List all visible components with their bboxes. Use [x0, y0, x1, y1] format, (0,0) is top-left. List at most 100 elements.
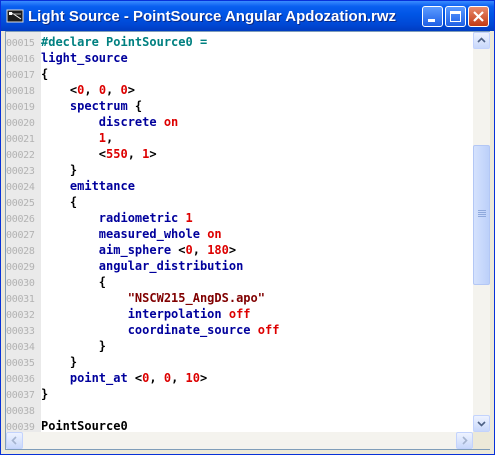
code-token: } [41, 163, 78, 177]
code-line[interactable]: 00028 aim_sphere <0, 180> [6, 242, 236, 258]
code-token: measured_whole [41, 227, 200, 241]
code-line[interactable]: 00032 interpolation off [6, 306, 251, 322]
code-line[interactable]: 00020 discrete on [6, 114, 178, 130]
code-line[interactable]: 00037} [6, 386, 48, 402]
code-text-area[interactable]: 00015 #declare PointSource0 = 00016 light_s… [6, 32, 473, 432]
code-content: radiometric 1 [41, 211, 193, 225]
scroll-up-button[interactable] [473, 32, 490, 49]
code-line[interactable]: 00018 <0, 0, 0> [6, 82, 135, 98]
scrollbar-corner [473, 432, 490, 449]
code-line[interactable]: 00035 } [6, 354, 77, 370]
code-content: { [41, 195, 77, 209]
minimize-button[interactable] [422, 6, 443, 27]
code-token: < [171, 243, 186, 257]
code-line[interactable]: 00036 point_at <0, 0, 10> [6, 370, 207, 386]
app-icon [6, 7, 24, 25]
code-line[interactable]: 00039 PointSource0 [6, 418, 128, 432]
code-line[interactable]: 00022 <550, 1> [6, 146, 157, 162]
code-token: point_at [41, 371, 128, 385]
maximize-button[interactable] [445, 6, 466, 27]
code-token: 550 [106, 147, 128, 161]
code-token: 180 [207, 243, 229, 257]
code-content: } [41, 163, 77, 177]
code-line[interactable]: 00034 } [6, 338, 106, 354]
code-content: } [41, 387, 48, 401]
code-content: <0, 0, 0> [41, 83, 135, 97]
code-token: { [127, 99, 143, 113]
code-token: 0 [163, 371, 172, 385]
code-token: 0 [98, 83, 107, 97]
code-line[interactable]: 00017{ [6, 66, 48, 82]
code-token: } [41, 339, 107, 353]
code-content: aim_sphere <0, 180> [41, 243, 236, 257]
code-token: > [149, 147, 157, 161]
code-line[interactable]: 00033 coordinate_source off [6, 322, 279, 338]
code-content: measured_whole on [41, 227, 222, 241]
code-line[interactable]: 00025 { [6, 194, 77, 210]
vertical-scroll-thumb[interactable] [473, 145, 490, 285]
scroll-right-button[interactable] [456, 432, 473, 449]
code-token: { [41, 67, 49, 81]
code-line[interactable]: 00029 angular_distribution [6, 258, 243, 274]
code-content: spectrum { [41, 99, 142, 113]
code-content: { [41, 275, 106, 289]
code-content: PointSource0 [41, 419, 128, 432]
code-content: emittance [41, 179, 135, 193]
code-line[interactable]: 00024 emittance [6, 178, 135, 194]
code-token: 1 [185, 211, 193, 225]
code-content: coordinate_source off [41, 323, 280, 337]
code-token: , [171, 371, 186, 385]
code-content: "NSCW215_AngDS.apo" [41, 291, 265, 305]
code-line[interactable]: 00015 #declare PointSource0 = [6, 34, 207, 50]
scroll-down-button[interactable] [473, 415, 490, 432]
code-line[interactable]: 00038 [6, 402, 41, 418]
code-token: angular_distribution [41, 259, 244, 273]
code-token: "NSCW215_AngDS.apo" [127, 291, 265, 305]
code-token: > [228, 243, 237, 257]
code-line[interactable]: 00021 1, [6, 130, 113, 146]
code-line[interactable]: 00031 "NSCW215_AngDS.apo" [6, 290, 265, 306]
code-content: light_source [41, 51, 128, 65]
code-line[interactable]: 00030 { [6, 274, 106, 290]
horizontal-scrollbar[interactable] [6, 432, 473, 449]
code-content: #declare PointSource0 = [41, 35, 207, 49]
code-line[interactable]: 00027 measured_whole on [6, 226, 222, 242]
code-token: , [127, 147, 143, 161]
code-token: 0 [120, 83, 128, 97]
code-token: , [106, 83, 121, 97]
code-token: , [106, 131, 114, 145]
code-token: 10 [185, 371, 200, 385]
code-token: radiometric [41, 211, 179, 225]
code-content: { [41, 67, 48, 81]
code-line[interactable]: 00026 radiometric 1 [6, 210, 193, 226]
vertical-scrollbar[interactable] [473, 32, 490, 432]
code-editor[interactable]: 00015 #declare PointSource0 = 00016 light_s… [5, 31, 490, 450]
code-content: point_at <0, 0, 10> [41, 371, 207, 385]
code-content: 1, [41, 131, 113, 145]
code-line[interactable]: 00023 } [6, 162, 77, 178]
code-token: { [41, 275, 107, 289]
code-token: , [84, 83, 99, 97]
code-token: < [41, 83, 78, 97]
code-content: angular_distribution [41, 259, 244, 273]
code-token: 1 [98, 131, 107, 145]
title-bar[interactable]: Light Source - PointSource Angular Apdoz… [1, 1, 494, 31]
scroll-left-button[interactable] [6, 432, 23, 449]
code-token: } [41, 355, 78, 369]
code-line[interactable]: 00016 light_source [6, 50, 128, 66]
code-token: } [41, 387, 49, 401]
code-content: } [41, 339, 106, 353]
code-token: light_source [41, 51, 128, 65]
window-title: Light Source - PointSource Angular Apdoz… [28, 8, 397, 25]
code-content: <550, 1> [41, 147, 157, 161]
code-token: interpolation [41, 307, 222, 321]
code-line[interactable]: 00019 spectrum { [6, 98, 142, 114]
code-token: PointSource0 [41, 419, 128, 432]
code-token: emittance [41, 179, 135, 193]
close-button[interactable] [468, 6, 489, 27]
code-token: 0 [185, 243, 193, 257]
